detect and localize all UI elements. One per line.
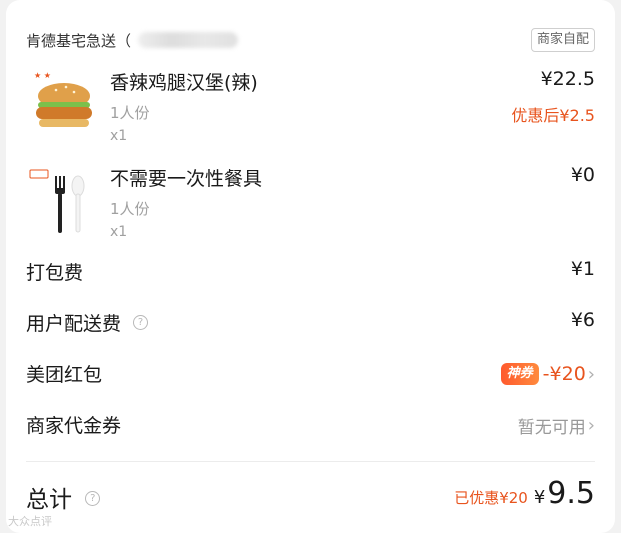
total-amount: 9.5 xyxy=(547,476,595,511)
packing-fee-value: ¥1 xyxy=(570,258,595,280)
merchant-voucher-row[interactable]: 商家代金券 暂无可用 › xyxy=(26,411,595,441)
item-price: ¥0 xyxy=(570,164,595,186)
store-address-blurred xyxy=(138,32,238,48)
item-portion: 1人份 xyxy=(110,104,150,122)
red-packet-row[interactable]: 美团红包 神券 -¥20 › xyxy=(26,360,595,390)
super-coupon-badge: 神券 xyxy=(500,363,539,385)
chevron-right-icon[interactable]: › xyxy=(588,364,595,385)
delivery-fee-value: ¥6 xyxy=(570,309,595,331)
item-title: 不需要一次性餐具 xyxy=(110,168,263,190)
merchant-voucher-label: 商家代金券 xyxy=(26,415,122,437)
svg-text:★ ★: ★ ★ xyxy=(34,71,51,80)
item-quantity: x1 xyxy=(110,224,128,240)
help-icon[interactable]: ? xyxy=(133,315,149,330)
item-title: 香辣鸡腿汉堡(辣) xyxy=(110,72,258,94)
order-item: ★ ★ 香辣鸡腿汉堡(辣) 1人份 x1 ¥22.5 优惠后¥2.5 xyxy=(26,64,595,154)
item-discounted-price: 优惠后¥2.5 xyxy=(511,106,595,125)
delivery-fee-row: 用户配送费 ? ¥6 xyxy=(26,309,595,339)
merchant-voucher-value: 暂无可用 xyxy=(517,417,586,438)
watermark: 大众点评 xyxy=(8,515,52,528)
order-card: 肯德基宅急送（ 商家自配 ★ ★ 香辣鸡腿汉堡(辣) 1人份 x1 ¥22.5 … xyxy=(6,0,615,533)
order-item: 不需要一次性餐具 1人份 x1 ¥0 xyxy=(26,160,595,250)
item-quantity: x1 xyxy=(110,128,128,144)
chevron-right-icon[interactable]: › xyxy=(588,415,595,436)
red-packet-label: 美团红包 xyxy=(26,364,103,386)
packing-fee-row: 打包费 ¥1 xyxy=(26,258,595,288)
delivery-type-badge: 商家自配 xyxy=(530,28,595,52)
cutlery-icon xyxy=(29,169,85,233)
total-row: 总计 ? 已优惠¥20 ¥ 9.5 xyxy=(26,476,595,516)
total-label: 总计 xyxy=(26,487,72,513)
currency-symbol: ¥ xyxy=(533,487,546,508)
packing-fee-label: 打包费 xyxy=(26,262,84,284)
item-price: ¥22.5 xyxy=(540,68,595,90)
total-saved: 已优惠¥20 xyxy=(454,489,528,507)
red-packet-value: -¥20 xyxy=(542,363,586,385)
divider xyxy=(26,461,595,462)
delivery-fee-label: 用户配送费 xyxy=(26,313,122,335)
store-header: 肯德基宅急送（ 商家自配 xyxy=(26,28,595,52)
burger-icon: ★ ★ xyxy=(34,71,92,127)
item-portion: 1人份 xyxy=(110,200,150,218)
help-icon[interactable]: ? xyxy=(85,491,101,506)
store-name: 肯德基宅急送（ xyxy=(26,32,132,50)
